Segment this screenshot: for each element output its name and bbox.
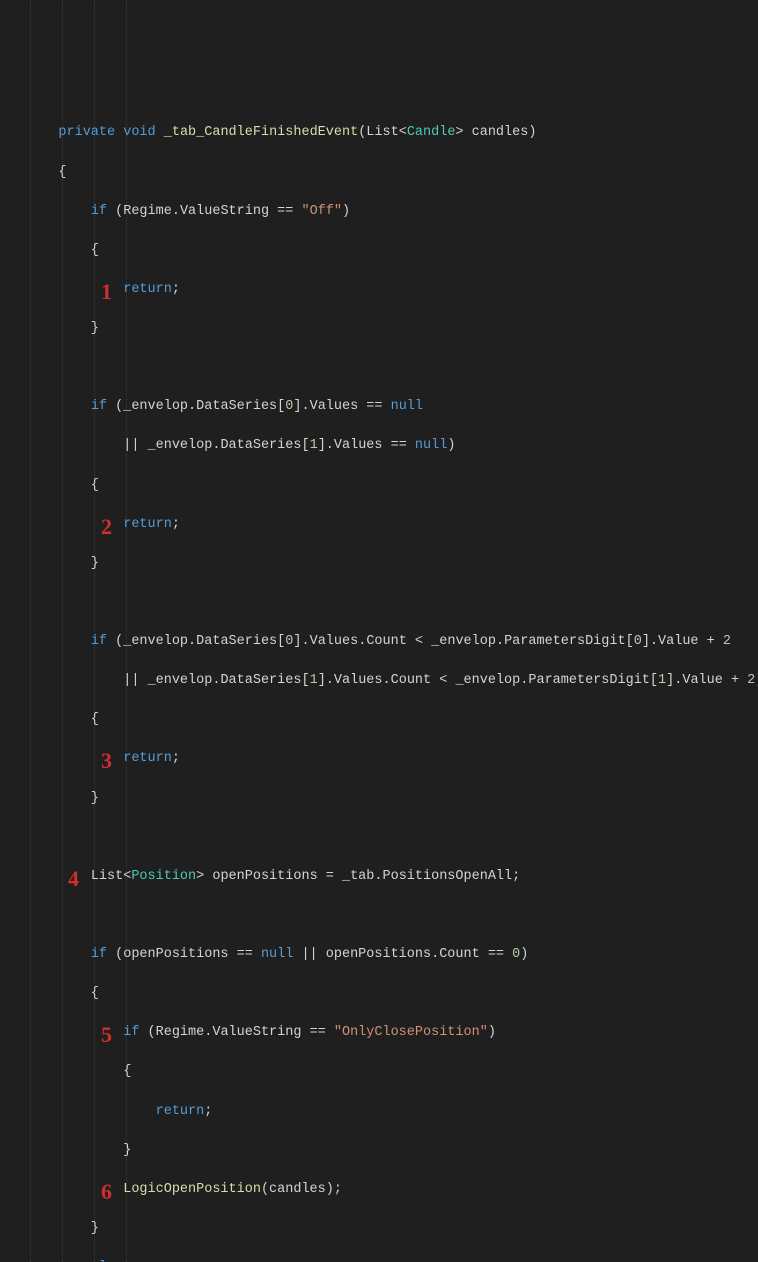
keyword: else <box>91 1260 123 1262</box>
keyword: return <box>156 1104 205 1119</box>
keyword: if <box>91 204 107 219</box>
string-literal: "Off" <box>301 204 342 219</box>
code-line: || _envelop.DataSeries[1].Values.Count <… <box>26 671 758 691</box>
method-call: LogicOpenPosition <box>123 1182 261 1197</box>
code-line: 5 if (Regime.ValueString == "OnlyClosePo… <box>26 1023 758 1043</box>
keyword: if <box>91 634 107 649</box>
annotation-1: 1 <box>101 276 112 308</box>
keyword: return <box>123 282 172 297</box>
code-line: { <box>26 241 758 261</box>
keyword: if <box>91 947 107 962</box>
number: 1 <box>310 438 318 453</box>
code-line: return; <box>26 1102 758 1122</box>
code-line: if (_envelop.DataSeries[0].Values.Count … <box>26 632 758 652</box>
code-line: if (openPositions == null || openPositio… <box>26 945 758 965</box>
type: Candle <box>407 125 456 140</box>
code-line: } <box>26 789 758 809</box>
number: 2 <box>747 673 755 688</box>
code-line: 3 return; <box>26 749 758 769</box>
code-line: { <box>26 476 758 496</box>
keyword: if <box>123 1025 139 1040</box>
number: 1 <box>658 673 666 688</box>
code-line: { <box>26 710 758 730</box>
code-line: } <box>26 554 758 574</box>
blank-line <box>26 358 758 378</box>
blank-line <box>26 906 758 926</box>
annotation-4: 4 <box>68 863 79 895</box>
code-editor: private void _tab_CandleFinishedEvent(Li… <box>0 0 758 1262</box>
code-line: { <box>26 1062 758 1082</box>
code-line: if (Regime.ValueString == "Off") <box>26 202 758 222</box>
keyword: private <box>58 125 115 140</box>
string-literal: "OnlyClosePosition" <box>334 1025 488 1040</box>
code-line: if (_envelop.DataSeries[0].Values == nul… <box>26 397 758 417</box>
keyword: null <box>391 399 423 414</box>
annotation-2: 2 <box>101 511 112 543</box>
code-line: || _envelop.DataSeries[1].Values == null… <box>26 436 758 456</box>
code-line: 6 LogicOpenPosition(candles); <box>26 1180 758 1200</box>
code-line: } <box>26 319 758 339</box>
blank-line <box>26 828 758 848</box>
number: 0 <box>285 634 293 649</box>
number: 2 <box>723 634 731 649</box>
keyword: null <box>261 947 293 962</box>
number: 0 <box>634 634 642 649</box>
code-line: 1 return; <box>26 280 758 300</box>
code-line: } <box>26 1141 758 1161</box>
type: Position <box>131 869 196 884</box>
keyword: return <box>123 751 172 766</box>
annotation-3: 3 <box>101 745 112 777</box>
code-line: { <box>26 984 758 1004</box>
code-line: 2 return; <box>26 515 758 535</box>
code-line: 4 List<Position> openPositions = _tab.Po… <box>26 867 758 887</box>
keyword: return <box>123 517 172 532</box>
number: 1 <box>310 673 318 688</box>
annotation-6: 6 <box>101 1176 112 1208</box>
number: 0 <box>512 947 520 962</box>
keyword: null <box>415 438 447 453</box>
code-line: { <box>26 163 758 183</box>
method-name: _tab_CandleFinishedEvent <box>164 125 358 140</box>
blank-line <box>26 593 758 613</box>
code-line: else <box>26 1258 758 1262</box>
code-line: private void _tab_CandleFinishedEvent(Li… <box>26 123 758 143</box>
annotation-5: 5 <box>101 1019 112 1051</box>
keyword: if <box>91 399 107 414</box>
code-line: } <box>26 1219 758 1239</box>
keyword: void <box>123 125 155 140</box>
